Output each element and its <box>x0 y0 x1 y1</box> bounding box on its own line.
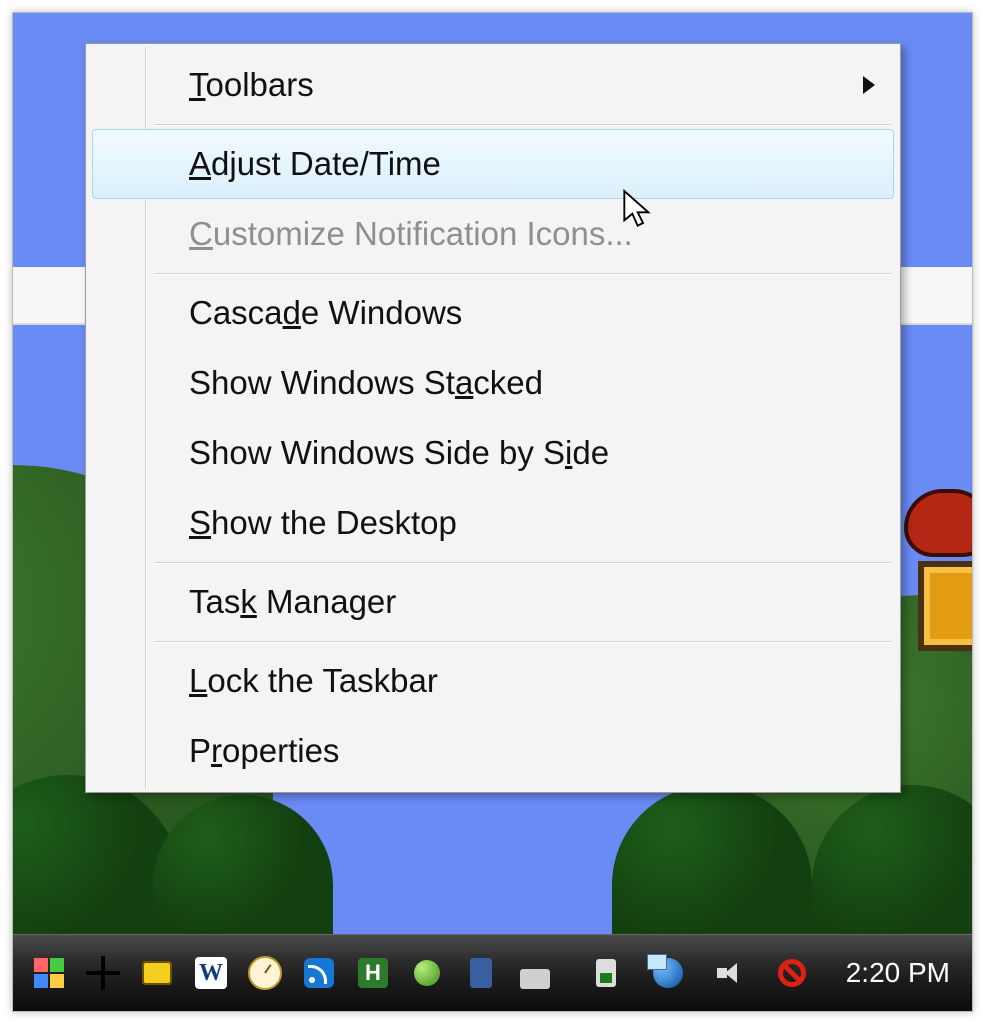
menu-item-task-manager[interactable]: Task Manager <box>92 567 894 637</box>
menu-item-adjust-date-time[interactable]: Adjust Date/Time <box>92 129 894 199</box>
status-dot-icon[interactable] <box>405 951 449 995</box>
move-icon <box>86 956 120 990</box>
menu-item-lock-the-taskbar[interactable]: Lock the Taskbar <box>92 646 894 716</box>
context-menu-separator <box>92 637 894 646</box>
clock-icon[interactable] <box>243 951 287 995</box>
volume-icon[interactable] <box>708 951 752 995</box>
taskbar[interactable]: WH 2:20 PM <box>13 934 972 1011</box>
blue-app-icon[interactable] <box>459 951 503 995</box>
volume-icon <box>717 960 743 986</box>
menu-item-label: Properties <box>189 732 339 770</box>
rss-icon[interactable] <box>297 951 341 995</box>
puzzle-icon <box>142 961 172 985</box>
menu-item-label: Toolbars <box>189 66 314 104</box>
submenu-arrow-icon <box>863 76 875 94</box>
menu-item-customize-notification-icons: Customize Notification Icons... <box>92 199 894 269</box>
puzzle-icon[interactable] <box>135 951 179 995</box>
blue-app-icon <box>470 958 492 988</box>
blocked-icon[interactable] <box>770 951 814 995</box>
menu-item-label: Show the Desktop <box>189 504 457 542</box>
network-icon[interactable] <box>646 951 690 995</box>
move-icon[interactable] <box>81 951 125 995</box>
menu-item-label: Customize Notification Icons... <box>189 215 633 253</box>
clock-icon <box>248 956 282 990</box>
menu-item-properties[interactable]: Properties <box>92 716 894 786</box>
tray-icons: WH <box>13 951 557 995</box>
taskbar-context-menu[interactable]: Toolbars Adjust Date/Time Customize Notifi… <box>85 43 901 793</box>
blocked-icon <box>778 959 806 987</box>
h-app-icon[interactable]: H <box>351 951 395 995</box>
wikipedia-icon: W <box>195 957 227 989</box>
power-icon <box>596 959 616 987</box>
menu-item-label: Lock the Taskbar <box>189 662 438 700</box>
context-menu-separator <box>92 558 894 567</box>
start-icon <box>34 958 64 988</box>
menu-item-label: Show Windows Side by Side <box>189 434 609 472</box>
status-dot-icon <box>414 960 440 986</box>
menu-item-label: Adjust Date/Time <box>189 145 441 183</box>
menu-item-show-windows-side-by-side[interactable]: Show Windows Side by Side <box>92 418 894 488</box>
power-icon[interactable] <box>584 951 628 995</box>
menu-item-label: Task Manager <box>189 583 396 621</box>
menu-item-label: Cascade Windows <box>189 294 462 332</box>
menu-item-cascade-windows[interactable]: Cascade Windows <box>92 278 894 348</box>
network-icon <box>653 958 683 988</box>
context-menu-separator <box>92 269 894 278</box>
system-icons <box>584 951 824 995</box>
menu-item-label: Show Windows Stacked <box>189 364 543 402</box>
usb-icon[interactable] <box>513 951 557 995</box>
wikipedia-icon[interactable]: W <box>189 951 233 995</box>
usb-icon <box>520 969 550 989</box>
start-icon[interactable] <box>27 951 71 995</box>
menu-item-show-windows-stacked[interactable]: Show Windows Stacked <box>92 348 894 418</box>
taskbar-clock[interactable]: 2:20 PM <box>824 957 972 989</box>
context-menu-separator <box>92 120 894 129</box>
menu-item-toolbars[interactable]: Toolbars <box>92 50 894 120</box>
h-app-icon: H <box>358 958 388 988</box>
rss-icon <box>304 958 334 988</box>
menu-item-show-the-desktop[interactable]: Show the Desktop <box>92 488 894 558</box>
